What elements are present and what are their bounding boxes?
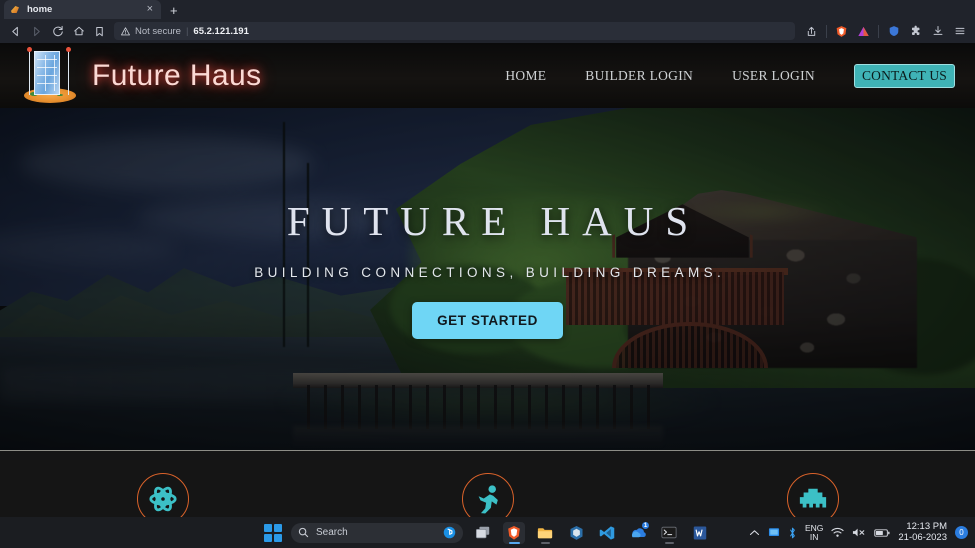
security-status-label: Not secure xyxy=(135,25,181,37)
onedrive-badge-count: 1 xyxy=(641,520,650,530)
hero-subtitle: BUILDING CONNECTIONS, BUILDING DREAMS. xyxy=(254,265,726,280)
omnibox-separator: | xyxy=(185,25,189,37)
download-icon[interactable] xyxy=(927,21,948,42)
toolbar-divider-2 xyxy=(878,24,879,38)
hero-content: FUTURE HAUS BUILDING CONNECTIONS, BUILDI… xyxy=(0,108,975,450)
address-bar[interactable]: Not secure | 65.2.121.191 xyxy=(114,22,795,40)
site-header: Future Haus HOME BUILDER LOGIN USER LOGI… xyxy=(0,43,975,108)
back-arrow-icon[interactable] xyxy=(5,21,26,42)
onedrive-icon[interactable]: 1 xyxy=(627,520,650,544)
browser-window: home × + Not secure | 65.2.121.191 Futur… xyxy=(0,0,975,548)
not-secure-warning-icon xyxy=(121,26,130,35)
share-icon[interactable] xyxy=(801,21,822,42)
hero-section: FUTURE HAUS BUILDING CONNECTIONS, BUILDI… xyxy=(0,108,975,451)
brave-lion-favicon xyxy=(10,4,21,15)
nav-link-builder-login[interactable]: BUILDER LOGIN xyxy=(585,68,693,84)
close-icon[interactable]: × xyxy=(145,4,155,15)
hamburger-menu-icon[interactable] xyxy=(949,21,970,42)
triangle-extension-icon[interactable] xyxy=(853,21,874,42)
file-explorer-icon[interactable] xyxy=(534,522,556,544)
brave-lion-icon[interactable] xyxy=(831,21,852,42)
puzzle-piece-icon[interactable] xyxy=(905,21,926,42)
forward-arrow-icon xyxy=(26,21,47,42)
nav-link-user-login[interactable]: USER LOGIN xyxy=(732,68,815,84)
search-placeholder: Search xyxy=(316,527,348,538)
new-tab-button[interactable]: + xyxy=(170,4,178,17)
brave-shield-icon[interactable] xyxy=(883,21,904,42)
task-view-icon[interactable] xyxy=(472,522,494,544)
word-icon[interactable] xyxy=(689,522,711,544)
tab-strip: home × + xyxy=(0,0,975,19)
browser-tab-home[interactable]: home × xyxy=(4,0,161,19)
hero-title: FUTURE HAUS xyxy=(286,198,701,244)
taskbar-search-box[interactable]: Search xyxy=(291,522,463,543)
brand[interactable]: Future Haus xyxy=(22,46,262,105)
vs-code-icon[interactable] xyxy=(596,522,618,544)
nav-contact-us-button[interactable]: CONTACT US xyxy=(853,63,955,88)
browser-toolbar: Not secure | 65.2.121.191 xyxy=(0,19,975,43)
brave-browser-icon[interactable] xyxy=(503,521,525,544)
feature-item[interactable] xyxy=(0,473,325,517)
url-text: 65.2.121.191 xyxy=(193,25,249,37)
bookmark-icon[interactable] xyxy=(89,21,110,42)
taskbar-center-group: Search 1 xyxy=(0,520,975,544)
atom-icon xyxy=(136,473,189,517)
bing-copilot-icon[interactable] xyxy=(443,526,456,539)
reload-icon[interactable] xyxy=(47,21,68,42)
home-icon[interactable] xyxy=(68,21,89,42)
feature-item[interactable] xyxy=(650,473,975,517)
running-person-icon xyxy=(461,473,514,517)
toolbar-actions xyxy=(801,21,970,42)
get-started-button[interactable]: GET STARTED xyxy=(412,302,563,339)
features-section xyxy=(0,451,975,517)
nav-link-home[interactable]: HOME xyxy=(505,68,546,84)
terminal-icon[interactable] xyxy=(658,522,680,544)
page-viewport: Future Haus HOME BUILDER LOGIN USER LOGI… xyxy=(0,43,975,517)
site-nav: HOME BUILDER LOGIN USER LOGIN CONTACT US xyxy=(505,63,959,88)
toolbar-divider xyxy=(826,24,827,38)
building-blocks-icon xyxy=(786,473,839,517)
tab-title: home xyxy=(27,4,53,15)
windows-taskbar: Search 1 ENG IN 12:13 PM 21-06-2023 0 xyxy=(0,517,975,548)
virtualbox-icon[interactable] xyxy=(565,522,587,544)
brand-name: Future Haus xyxy=(92,58,262,92)
building-tower-logo xyxy=(22,46,78,105)
windows-start-icon[interactable] xyxy=(264,523,282,542)
search-icon xyxy=(298,527,309,538)
feature-item[interactable] xyxy=(325,473,650,517)
